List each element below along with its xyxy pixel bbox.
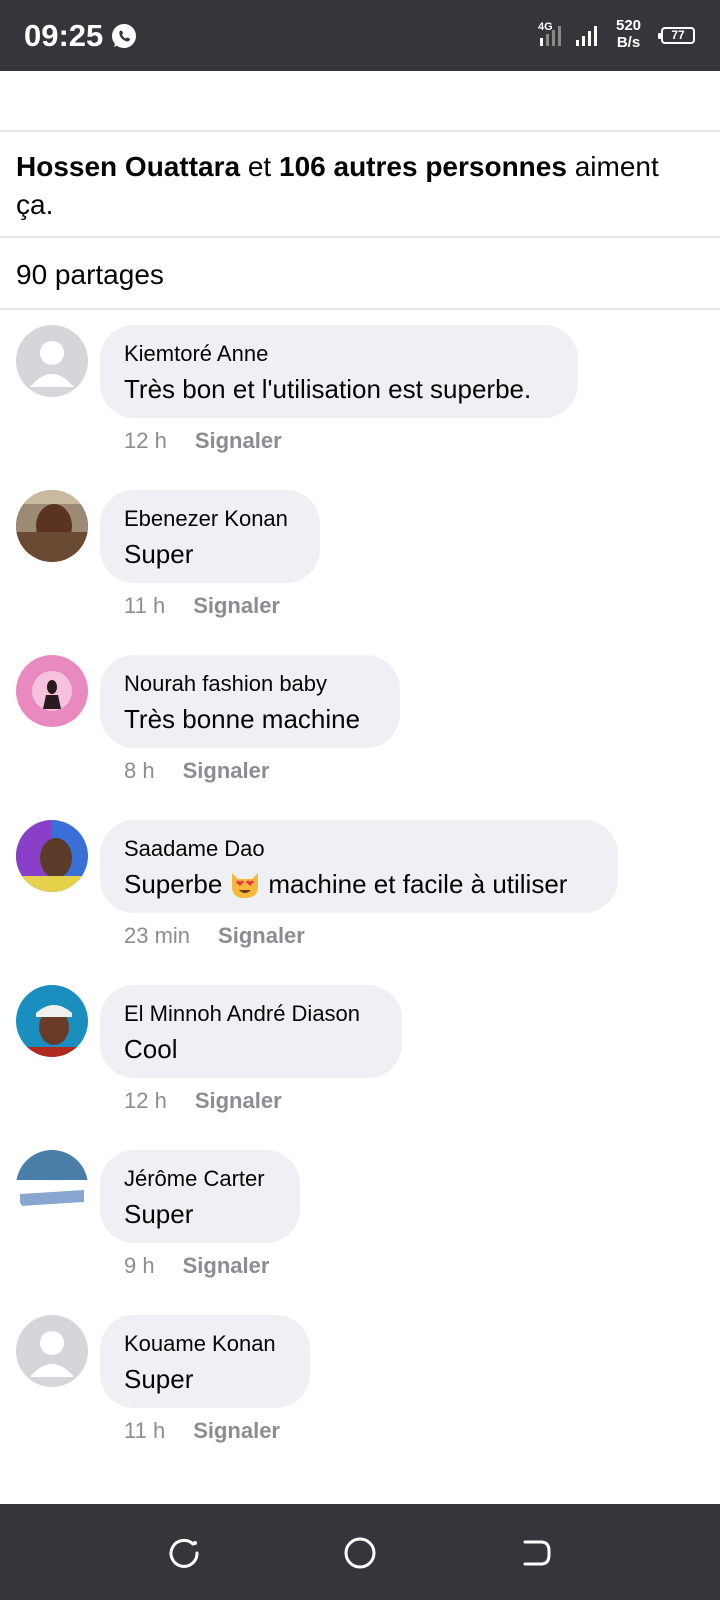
comment-bubble[interactable]: Ebenezer Konan Super	[100, 490, 320, 583]
avatar[interactable]	[16, 1315, 88, 1387]
recent-apps-icon[interactable]	[167, 1536, 201, 1570]
likes-summary[interactable]: Hossen Ouattara et 106 autres personnes …	[16, 148, 696, 224]
comment-author[interactable]: Jérôme Carter	[124, 1164, 276, 1194]
profile-photo	[16, 655, 88, 727]
comment-bubble[interactable]: Kiemtoré Anne Très bon et l'utilisation …	[100, 325, 578, 418]
comment-author[interactable]: Nourah fashion baby	[124, 669, 376, 699]
profile-photo	[16, 1150, 88, 1222]
comment-meta: 11 h Signaler	[124, 593, 280, 619]
report-button[interactable]: Signaler	[183, 1253, 270, 1278]
comment-bubble[interactable]: Jérôme Carter Super	[100, 1150, 300, 1243]
comment-text: Superbe machine et facile à utiliser	[124, 866, 594, 902]
divider	[0, 308, 720, 310]
report-button[interactable]: Signaler	[193, 1418, 280, 1443]
comment-item: El Minnoh André Diason Cool 12 h Signaler	[0, 985, 720, 1145]
comment-meta: 11 h Signaler	[124, 1418, 280, 1444]
divider	[0, 236, 720, 238]
comment-meta: 8 h Signaler	[124, 758, 269, 784]
report-button[interactable]: Signaler	[218, 923, 305, 948]
avatar[interactable]	[16, 490, 88, 562]
speed-unit: B/s	[616, 34, 641, 51]
default-avatar-icon	[30, 1331, 74, 1377]
comment-meta: 23 min Signaler	[124, 923, 305, 949]
speed-value: 520	[616, 17, 642, 34]
comment-author[interactable]: Ebenezer Konan	[124, 504, 296, 534]
report-button[interactable]: Signaler	[183, 758, 270, 783]
avatar[interactable]	[16, 655, 88, 727]
comment-author[interactable]: El Minnoh André Diason	[124, 999, 378, 1029]
comment-text-before: Superbe	[124, 869, 223, 899]
comment-item: Kiemtoré Anne Très bon et l'utilisation …	[0, 325, 720, 485]
comment-bubble[interactable]: Saadame Dao Superbe machine et facile à …	[100, 820, 618, 913]
comment-text: Cool	[124, 1034, 178, 1064]
comment-time: 11 h	[124, 1418, 166, 1443]
profile-photo	[16, 985, 88, 1057]
comment-time: 12 h	[124, 1088, 167, 1113]
comment-author[interactable]: Saadame Dao	[124, 834, 594, 864]
comment-author[interactable]: Kiemtoré Anne	[124, 339, 554, 369]
likes-connector: et	[240, 151, 279, 182]
battery-icon: 77	[658, 27, 695, 44]
signal-bars-icon	[576, 26, 597, 46]
comment-text: Très bonne machine	[124, 704, 361, 734]
report-button[interactable]: Signaler	[193, 593, 280, 618]
navigation-bar	[0, 1504, 720, 1600]
comment-time: 11 h	[124, 593, 166, 618]
back-icon[interactable]	[519, 1536, 553, 1570]
whatsapp-icon	[112, 24, 136, 48]
comment-meta: 12 h Signaler	[124, 1088, 282, 1114]
comment-item: Jérôme Carter Super 9 h Signaler	[0, 1150, 720, 1310]
profile-photo	[16, 490, 88, 562]
avatar[interactable]	[16, 325, 88, 397]
comment-time: 23 min	[124, 923, 191, 948]
report-button[interactable]: Signaler	[195, 428, 282, 453]
avatar[interactable]	[16, 1150, 88, 1222]
avatar[interactable]	[16, 820, 88, 892]
signal-4g-icon: 4G	[538, 21, 561, 46]
network-speed: 520 B/s	[616, 17, 641, 51]
comment-bubble[interactable]: Kouame Konan Super	[100, 1315, 310, 1408]
liker-name[interactable]: Hossen Ouattara	[16, 151, 240, 182]
comment-text: Super	[124, 1199, 194, 1229]
comment-author[interactable]: Kouame Konan	[124, 1329, 286, 1359]
status-bar: 09:25 4G 520 B/s 77	[0, 0, 720, 71]
comment-item: Kouame Konan Super 11 h Signaler	[0, 1315, 720, 1475]
profile-photo	[16, 820, 88, 892]
shares-count[interactable]: 90 partages	[16, 259, 164, 291]
comment-text: Super	[124, 1364, 194, 1394]
comment-item: Ebenezer Konan Super 11 h Signaler	[0, 490, 720, 650]
comment-meta: 12 h Signaler	[124, 428, 282, 454]
status-time: 09:25	[24, 18, 104, 53]
comment-item: Nourah fashion baby Très bonne machine 8…	[0, 655, 720, 815]
heart-eyes-cat-emoji	[232, 873, 259, 898]
comment-text-after: machine et facile à utiliser	[268, 869, 568, 899]
comment-item: Saadame Dao Superbe machine et facile à …	[0, 820, 720, 980]
comment-bubble[interactable]: Nourah fashion baby Très bonne machine	[100, 655, 400, 748]
comment-bubble[interactable]: El Minnoh André Diason Cool	[100, 985, 402, 1078]
home-icon[interactable]	[343, 1536, 377, 1570]
comment-meta: 9 h Signaler	[124, 1253, 269, 1279]
comment-time: 8 h	[124, 758, 155, 783]
comment-text: Super	[124, 539, 194, 569]
comment-text: Très bon et l'utilisation est superbe.	[124, 374, 532, 404]
report-button[interactable]: Signaler	[195, 1088, 282, 1113]
divider	[0, 130, 720, 132]
network-label: 4G	[538, 21, 553, 33]
likes-others[interactable]: 106 autres personnes	[279, 151, 567, 182]
avatar[interactable]	[16, 985, 88, 1057]
comment-time: 9 h	[124, 1253, 155, 1278]
default-avatar-icon	[30, 341, 74, 387]
comment-time: 12 h	[124, 428, 167, 453]
